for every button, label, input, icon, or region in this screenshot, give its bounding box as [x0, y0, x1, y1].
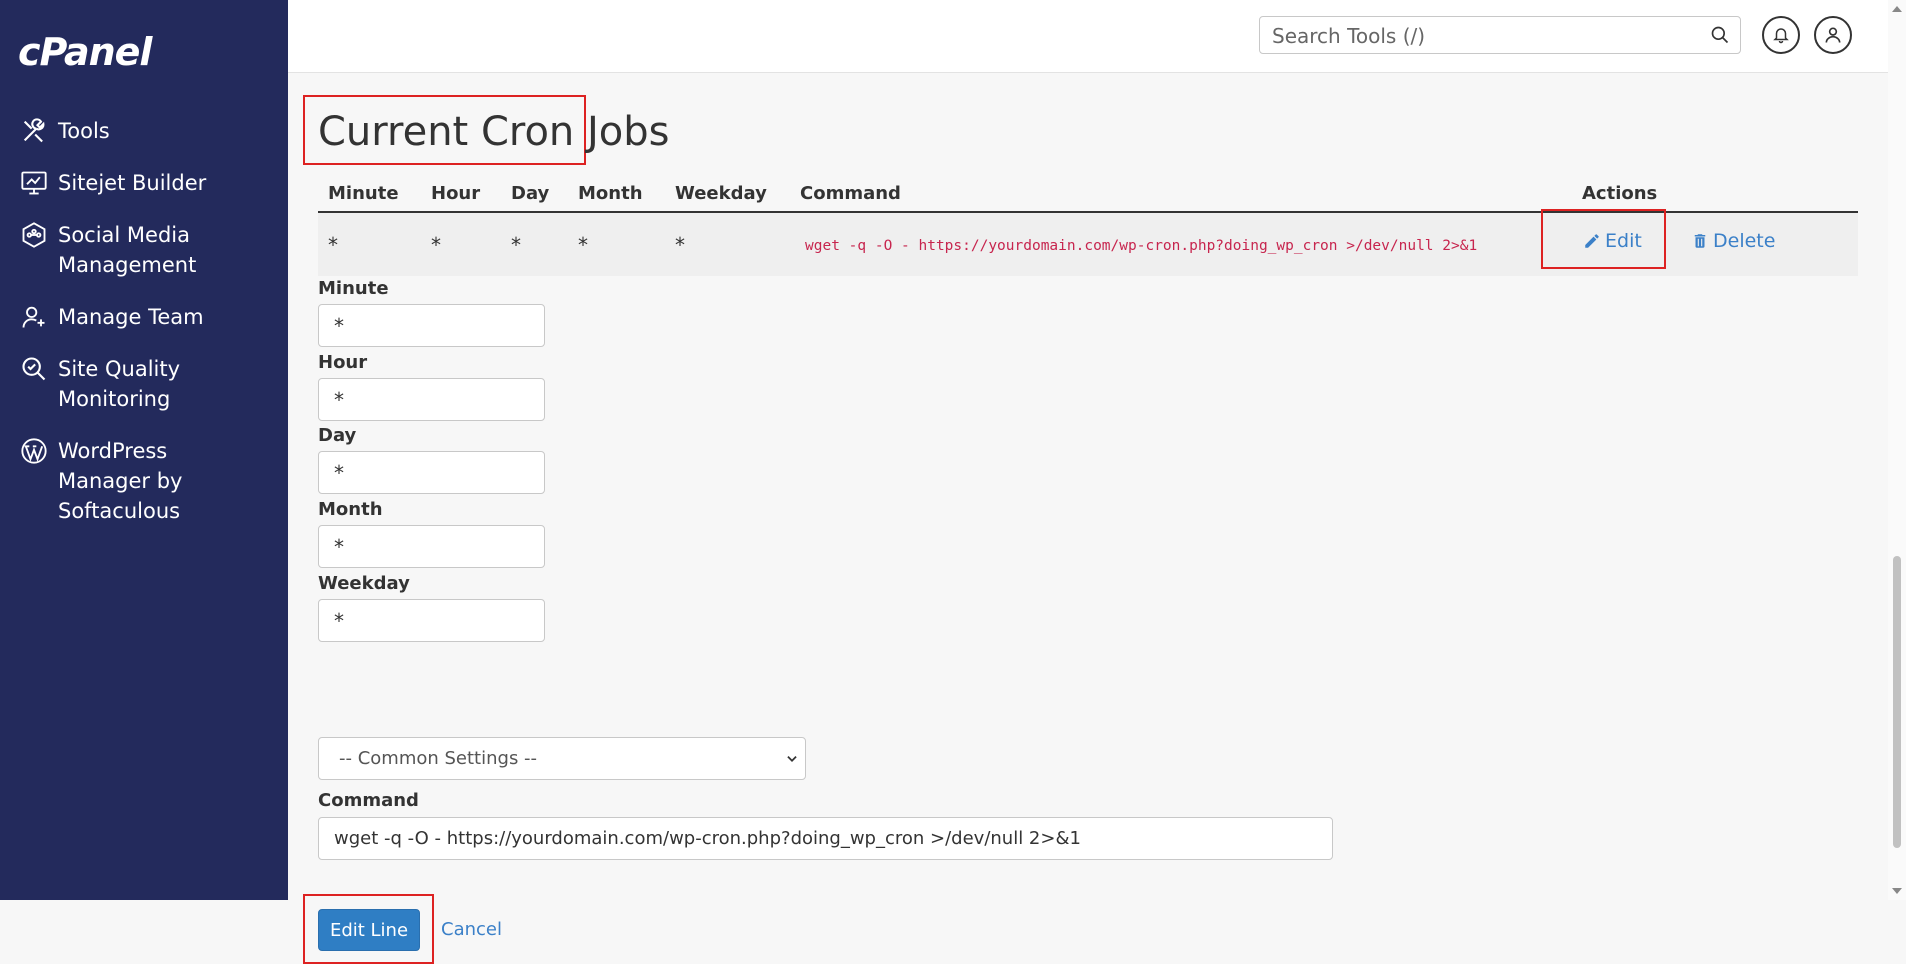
top-header: [288, 0, 1906, 73]
weekday-input[interactable]: [318, 599, 545, 642]
column-header-hour: Hour: [431, 183, 481, 204]
sidebar-item-tools[interactable]: Tools: [0, 116, 288, 146]
sidebar-item-social-media[interactable]: Social Media Management: [0, 220, 288, 280]
cpanel-logo[interactable]: cPanel: [18, 30, 152, 74]
search-box: [1259, 16, 1741, 55]
team-icon: [18, 302, 50, 332]
cancel-link[interactable]: Cancel: [441, 919, 502, 940]
page-title: Current Cron Jobs: [318, 109, 670, 155]
command-label: Command: [318, 790, 419, 811]
main-content: Current Cron Jobs Minute Hour Day Month …: [288, 73, 1888, 964]
magnifier-check-icon: [18, 354, 50, 384]
command-input[interactable]: [318, 817, 1333, 860]
scroll-down-arrow[interactable]: [1892, 888, 1902, 894]
edit-link[interactable]: Edit: [1583, 230, 1642, 252]
day-input[interactable]: [318, 451, 545, 494]
sidebar-item-wordpress[interactable]: WordPress Manager by Softaculous: [0, 436, 288, 526]
user-account-button[interactable]: [1814, 16, 1852, 54]
search-icon[interactable]: [1710, 25, 1730, 45]
column-header-actions: Actions: [1582, 183, 1658, 204]
monitor-icon: [18, 168, 50, 198]
tools-icon: [18, 116, 50, 146]
sidebar-item-label: Sitejet Builder: [58, 171, 207, 195]
delete-link-label: Delete: [1713, 230, 1776, 252]
sidebar-item-label: Site Quality Monitoring: [58, 357, 181, 411]
search-input[interactable]: [1270, 17, 1694, 55]
pencil-icon: [1585, 234, 1599, 248]
sidebar: cPanel Tools Sitejet Builder Social Medi…: [0, 0, 288, 900]
scroll-thumb[interactable]: [1893, 556, 1901, 848]
chevron-down-icon: [787, 756, 797, 762]
edit-link-label: Edit: [1605, 230, 1642, 252]
scroll-up-arrow[interactable]: [1892, 6, 1902, 12]
sidebar-item-label: WordPress Manager by Softaculous: [58, 439, 183, 523]
sidebar-item-sitejet[interactable]: Sitejet Builder: [0, 168, 288, 198]
sidebar-item-label: Tools: [58, 119, 110, 143]
minute-input[interactable]: [318, 304, 545, 347]
cell-month: *: [578, 233, 588, 257]
user-icon: [1825, 27, 1841, 43]
column-header-command: Command: [800, 183, 901, 204]
trash-icon: [1694, 234, 1706, 248]
cell-day: *: [511, 233, 521, 257]
edit-line-button[interactable]: Edit Line: [318, 909, 420, 951]
table-row: * * * * * wget -q -O - https://yourdomai…: [318, 209, 1858, 276]
minute-label: Minute: [318, 278, 389, 299]
common-settings-value: -- Common Settings --: [339, 748, 538, 769]
cell-command: wget -q -O - https://yourdomain.com/wp-c…: [805, 238, 1478, 254]
column-header-minute: Minute: [328, 183, 399, 204]
common-settings-select[interactable]: -- Common Settings --: [318, 737, 806, 780]
month-input[interactable]: [318, 525, 545, 568]
column-header-weekday: Weekday: [675, 183, 767, 204]
sidebar-item-label: Manage Team: [58, 305, 204, 329]
hour-input[interactable]: [318, 378, 545, 421]
sidebar-item-label: Social Media Management: [58, 223, 197, 277]
bell-icon: [1773, 28, 1789, 44]
table-header: Minute Hour Day Month Weekday Command Ac…: [318, 178, 1858, 213]
cell-hour: *: [431, 233, 441, 257]
column-header-day: Day: [511, 183, 550, 204]
cell-weekday: *: [675, 233, 685, 257]
weekday-label: Weekday: [318, 573, 410, 594]
network-icon: [18, 220, 50, 250]
cell-minute: *: [328, 233, 338, 257]
hour-label: Hour: [318, 352, 368, 373]
sidebar-item-manage-team[interactable]: Manage Team: [0, 302, 288, 332]
delete-link[interactable]: Delete: [1691, 230, 1775, 252]
page-scrollbar[interactable]: [1888, 0, 1906, 900]
month-label: Month: [318, 499, 383, 520]
day-label: Day: [318, 425, 357, 446]
sidebar-item-site-quality[interactable]: Site Quality Monitoring: [0, 354, 288, 414]
sidebar-nav: Tools Sitejet Builder Social Media Manag…: [0, 116, 288, 548]
wordpress-icon: [18, 436, 50, 466]
column-header-month: Month: [578, 183, 643, 204]
notifications-button[interactable]: [1762, 16, 1800, 54]
